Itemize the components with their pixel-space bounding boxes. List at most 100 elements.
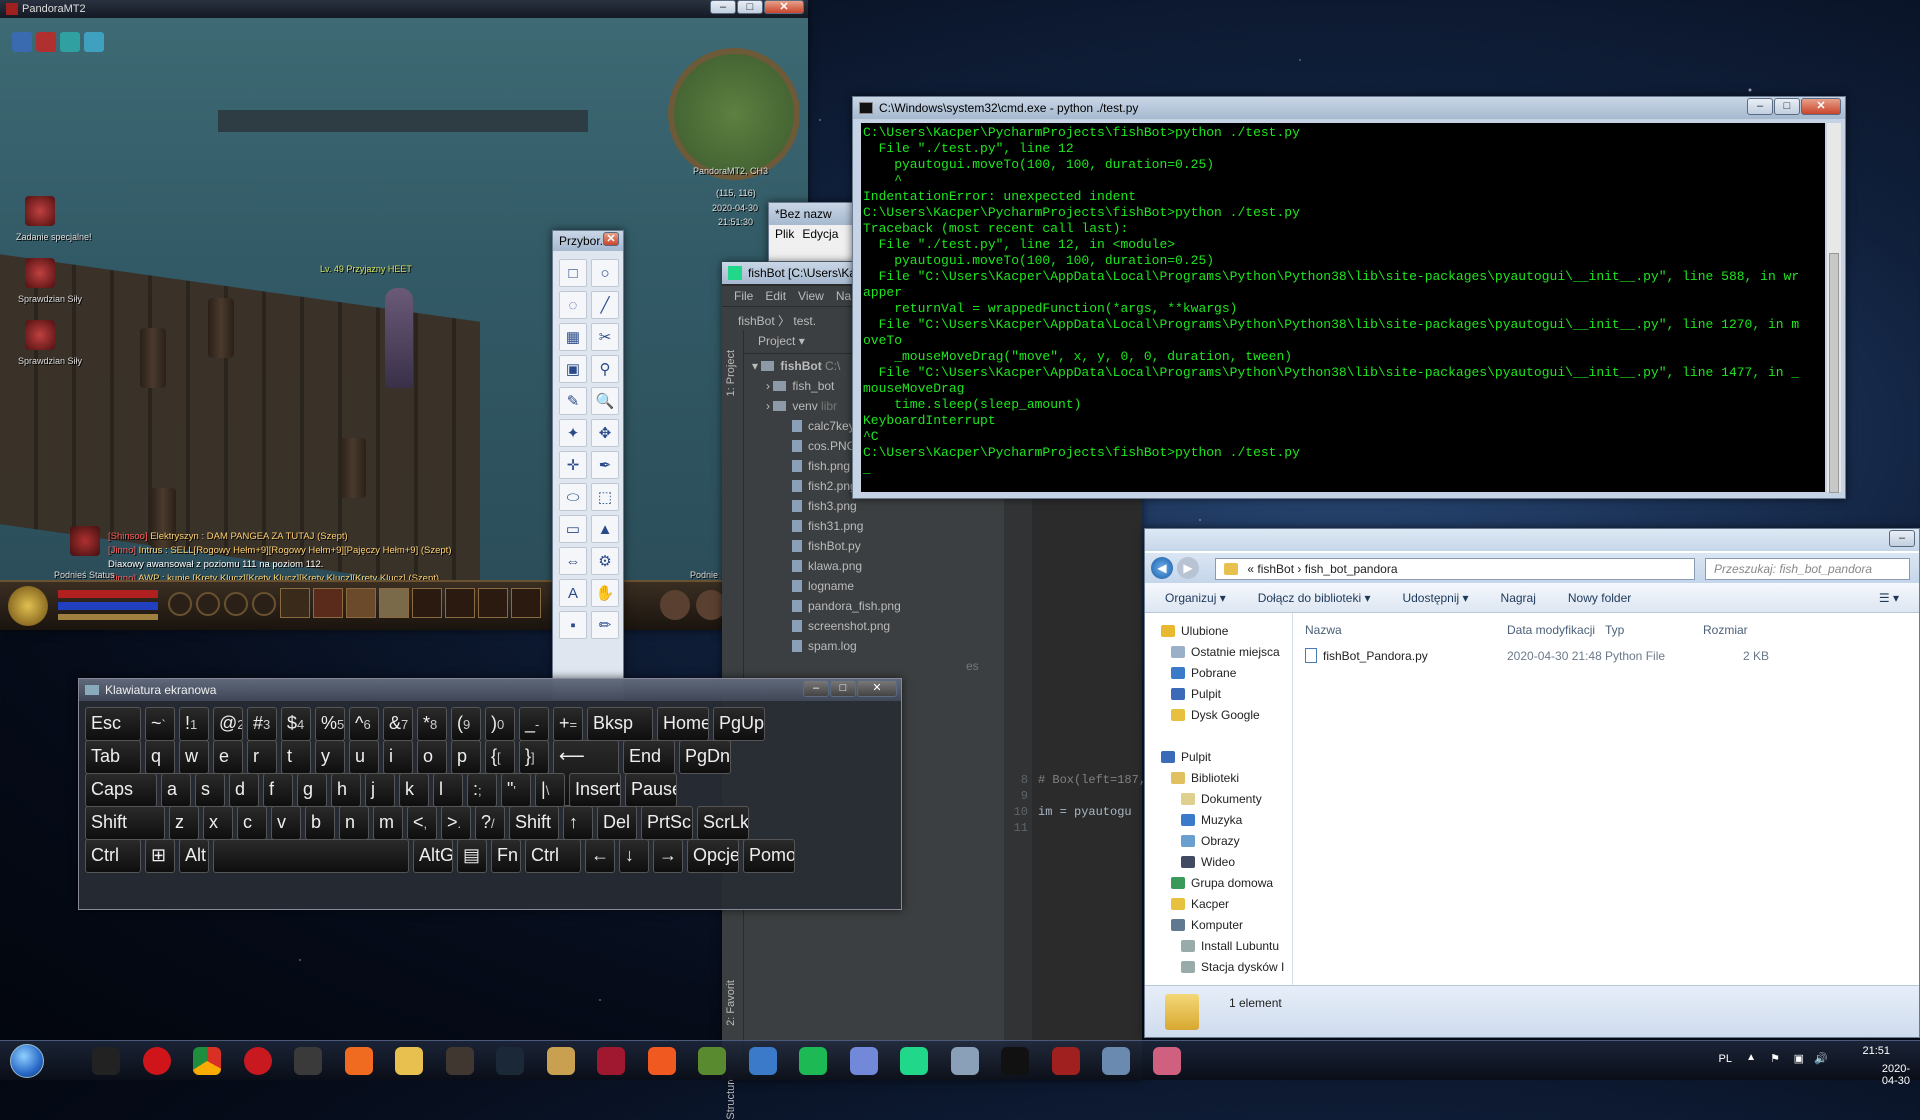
forward-button[interactable]: ▶ bbox=[1177, 557, 1199, 579]
quest-scroll-icon[interactable] bbox=[25, 258, 55, 288]
project-tool-tab[interactable]: 1: Project bbox=[725, 350, 737, 396]
key-sym[interactable]: ~` bbox=[145, 707, 175, 741]
nav-item-dysk-google[interactable]: Dysk Google bbox=[1145, 705, 1292, 726]
key-u[interactable]: u bbox=[349, 740, 379, 774]
menu-file[interactable]: File bbox=[734, 289, 753, 303]
key-fn[interactable]: Fn bbox=[491, 839, 521, 873]
key-f[interactable]: f bbox=[263, 773, 293, 807]
taskbar-button[interactable] bbox=[381, 1043, 437, 1079]
paint-tool-icon[interactable]: ▭ bbox=[559, 515, 587, 543]
key-ctrl[interactable]: Ctrl bbox=[85, 839, 141, 873]
project-label[interactable]: Project bbox=[758, 334, 795, 348]
start-button[interactable] bbox=[4, 1041, 50, 1081]
code-line[interactable] bbox=[1032, 821, 1142, 837]
maximize-button[interactable]: □ bbox=[1774, 98, 1800, 115]
tree-file[interactable]: fishBot.py bbox=[752, 536, 1004, 556]
key-scrlk[interactable]: ScrLk bbox=[697, 806, 749, 840]
column-type[interactable]: Typ bbox=[1605, 623, 1624, 637]
key-sym[interactable]: #3 bbox=[247, 707, 277, 741]
paint-tool-icon[interactable]: ✋ bbox=[591, 579, 619, 607]
key-k[interactable]: k bbox=[399, 773, 429, 807]
back-button[interactable]: ◀ bbox=[1151, 557, 1173, 579]
key-sym[interactable]: *8 bbox=[417, 707, 447, 741]
taskbar-button[interactable] bbox=[533, 1043, 589, 1079]
close-button[interactable]: ✕ bbox=[764, 0, 804, 14]
skill-slot[interactable] bbox=[346, 588, 376, 618]
key-sym[interactable]: :; bbox=[467, 773, 497, 807]
column-date[interactable]: Data modyfikacji bbox=[1507, 623, 1595, 637]
burn-button[interactable]: Nagraj bbox=[1501, 591, 1536, 605]
key-n[interactable]: n bbox=[339, 806, 369, 840]
hotbar-slot[interactable] bbox=[168, 592, 192, 616]
skill-slot[interactable] bbox=[313, 588, 343, 618]
menu-edycja[interactable]: Edycja bbox=[802, 227, 838, 241]
key-sym[interactable]: ⊞ bbox=[145, 839, 175, 873]
skill-slot[interactable] bbox=[412, 588, 442, 618]
view-options-icon[interactable]: ☰ ▾ bbox=[1879, 591, 1899, 605]
search-input[interactable]: Przeszukaj: fish_bot_pandora bbox=[1705, 558, 1910, 580]
game-hud[interactable]: Podnieś Status Podnie bbox=[0, 570, 808, 630]
taskbar-button[interactable] bbox=[1139, 1043, 1195, 1079]
paint-tool-icon[interactable]: A bbox=[559, 579, 587, 607]
nav-item-ulubione[interactable]: Ulubione bbox=[1145, 621, 1292, 642]
taskbar-button[interactable] bbox=[482, 1043, 538, 1079]
key-sym[interactable]: ^6 bbox=[349, 707, 379, 741]
key-sym[interactable]: )0 bbox=[485, 707, 515, 741]
code-line[interactable]: im = pyautogu bbox=[1032, 805, 1142, 821]
nav-item-grupa-domowa[interactable]: Grupa domowa bbox=[1145, 873, 1292, 894]
key-end[interactable]: End bbox=[623, 740, 675, 774]
key-altgr[interactable]: AltGr bbox=[413, 839, 453, 873]
key-space[interactable] bbox=[213, 839, 409, 873]
menu-view[interactable]: View bbox=[798, 289, 824, 303]
paint-tool-icon[interactable]: □ bbox=[559, 259, 587, 287]
paint-tool-icon[interactable]: ⬚ bbox=[591, 483, 619, 511]
minimize-button[interactable]: – bbox=[803, 680, 829, 697]
tree-file[interactable]: klawa.png bbox=[752, 556, 1004, 576]
status-orb-icon[interactable] bbox=[8, 586, 48, 626]
nav-item-stacja-dysków-i[interactable]: Stacja dysków I bbox=[1145, 957, 1292, 978]
key-shift[interactable]: Shift bbox=[509, 806, 559, 840]
game-titlebar[interactable]: PandoraMT2 – □ ✕ bbox=[0, 0, 808, 18]
taskbar-button[interactable] bbox=[331, 1043, 387, 1079]
skill-slot[interactable] bbox=[280, 588, 310, 618]
key-bksp[interactable]: Bksp bbox=[587, 707, 653, 741]
nav-item-kacper[interactable]: Kacper bbox=[1145, 894, 1292, 915]
column-name[interactable]: Nazwa bbox=[1305, 623, 1342, 637]
console-scrollbar[interactable] bbox=[1827, 123, 1841, 493]
key-pgup[interactable]: PgUp bbox=[713, 707, 765, 741]
paint-tool-icon[interactable]: ✂ bbox=[591, 323, 619, 351]
key-p[interactable]: p bbox=[451, 740, 481, 774]
nav-item-pobrane[interactable]: Pobrane bbox=[1145, 663, 1292, 684]
taskbar-button[interactable] bbox=[78, 1043, 134, 1079]
key-z[interactable]: z bbox=[169, 806, 199, 840]
taskbar-button[interactable] bbox=[735, 1043, 791, 1079]
key-sym[interactable]: ← bbox=[585, 839, 615, 873]
nav-item-pulpit[interactable]: Pulpit bbox=[1145, 747, 1292, 768]
structure-tool-tab[interactable]: Structure bbox=[725, 1075, 737, 1120]
minimize-button[interactable]: – bbox=[710, 0, 736, 14]
flag-icon[interactable]: ⚑ bbox=[1770, 1052, 1780, 1065]
key-sym[interactable]: {[ bbox=[485, 740, 515, 774]
nav-item-install-lubuntu[interactable]: Install Lubuntu bbox=[1145, 936, 1292, 957]
nav-item-komputer[interactable]: Komputer bbox=[1145, 915, 1292, 936]
key-sym[interactable]: _- bbox=[519, 707, 549, 741]
file-row[interactable]: fishBot_Pandora.py 2020-04-30 21:48 Pyth… bbox=[1299, 645, 1919, 667]
tree-file[interactable]: screenshot.png bbox=[752, 616, 1004, 636]
key-sym[interactable]: |\ bbox=[535, 773, 565, 807]
key-sym[interactable]: ↑ bbox=[563, 806, 593, 840]
key-r[interactable]: r bbox=[247, 740, 277, 774]
menu-button[interactable] bbox=[660, 590, 690, 620]
taskbar-button[interactable] bbox=[1038, 1043, 1094, 1079]
hud-left-label[interactable]: Podnieś Status bbox=[54, 570, 115, 580]
key-sym[interactable]: "' bbox=[501, 773, 531, 807]
paint-tool-icon[interactable]: ○ bbox=[591, 259, 619, 287]
key-home[interactable]: Home bbox=[657, 707, 709, 741]
hotbar-slot[interactable] bbox=[224, 592, 248, 616]
code-line[interactable]: # Box(left=187, top=166, width=70, heigh… bbox=[1032, 773, 1362, 789]
paint-tool-icon[interactable]: ▲ bbox=[591, 515, 619, 543]
tray-expand-icon[interactable]: ▲ bbox=[1746, 1052, 1756, 1063]
file-list[interactable]: Nazwa Data modyfikacji Typ Rozmiar fishB… bbox=[1295, 613, 1919, 985]
clock-time[interactable]: 21:51 bbox=[1862, 1045, 1890, 1057]
paint-tool-icon[interactable]: ⇔ bbox=[559, 547, 587, 575]
console-output[interactable]: C:\Users\Kacper\PycharmProjects\fishBot>… bbox=[861, 123, 1825, 492]
